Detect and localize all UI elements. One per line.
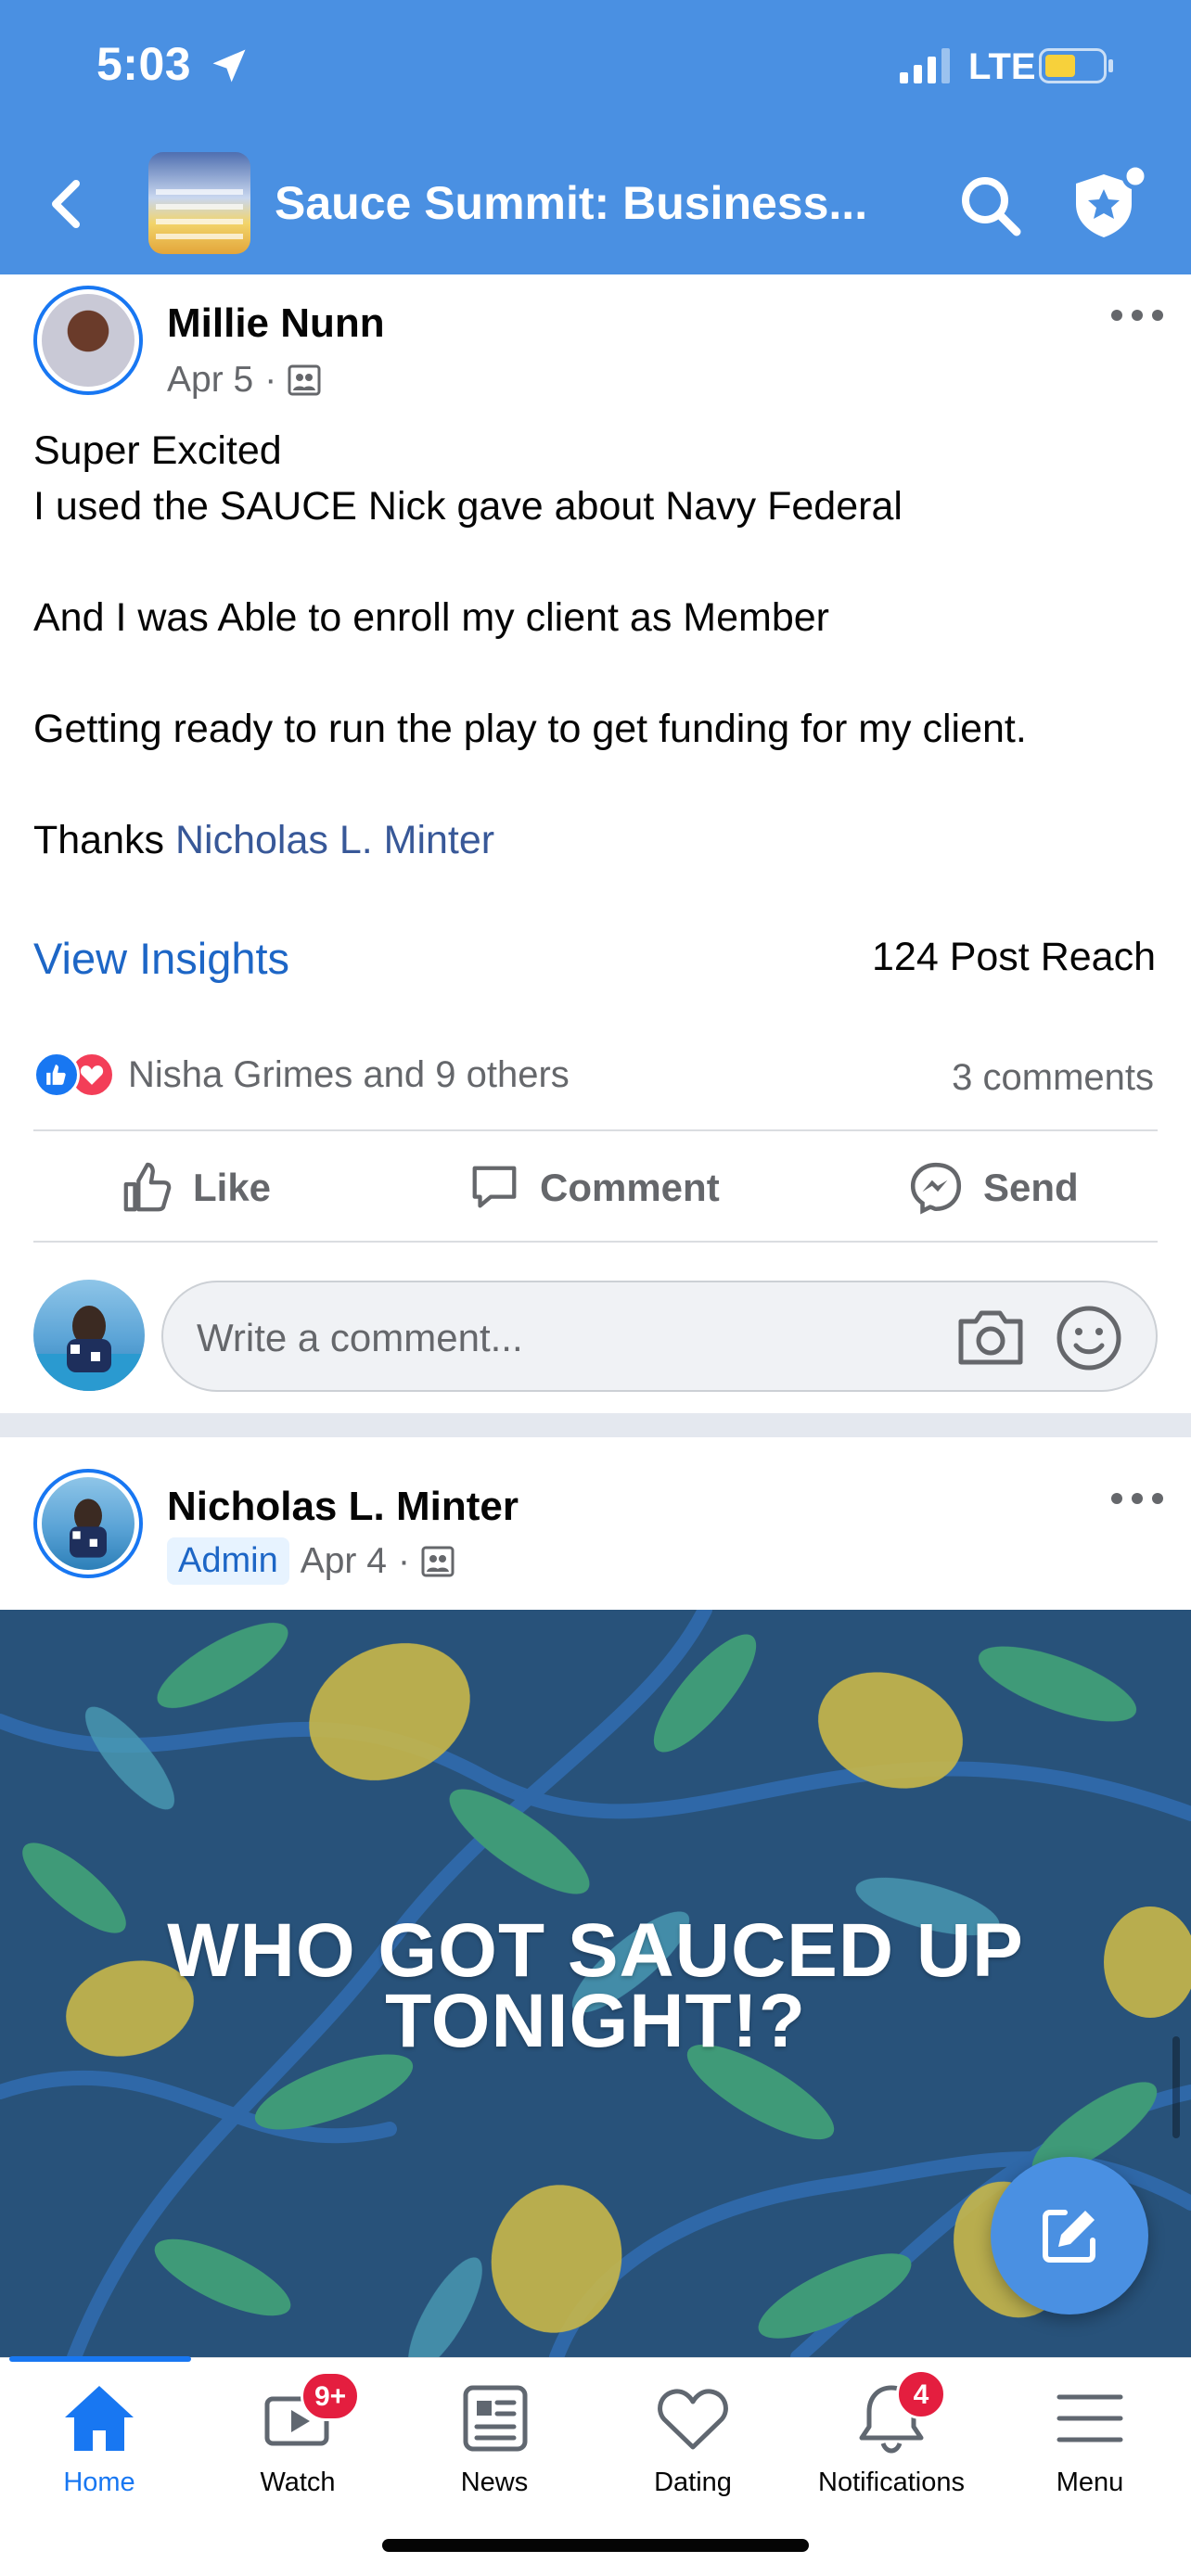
post-more-options-icon[interactable] [1109,306,1165,325]
tab-home[interactable]: Home [2,2377,197,2506]
reaction-summary[interactable]: Nisha Grimes and 9 others [33,1052,570,1098]
meta-separator: · [264,360,277,400]
like-button[interactable]: Like [121,1157,271,1218]
admin-badge: Admin [167,1537,289,1585]
tab-dating[interactable]: Dating [596,2377,790,2506]
edit-pencil-icon [1043,2210,1095,2263]
chevron-left-icon [52,180,80,228]
tab-watch[interactable]: 9+ Watch [200,2371,395,2506]
admin-shield-icon[interactable] [1067,161,1150,245]
status-bar: 5:03 LTE [0,0,1191,139]
tab-label: Home [63,2468,135,2497]
comment-button[interactable]: Comment [467,1157,720,1218]
comment-label: Comment [540,1166,720,1209]
post-author-avatar[interactable] [33,1469,143,1578]
divider [33,1129,1158,1131]
like-label: Like [193,1166,272,1209]
banner-line: WHO GOT SAUCED UP [167,1908,1024,1993]
banner-text: WHO GOT SAUCED UP TONIGHT!? [0,1908,1191,2063]
post-author-name[interactable]: Millie Nunn [167,300,385,347]
post-text-line: I used the SAUCE Nick gave about Navy Fe… [33,484,903,529]
post-date[interactable]: Apr 5 [167,360,253,401]
post-text-line: Getting ready to run the play to get fun… [33,707,1027,751]
divider [33,1241,1158,1243]
send-label: Send [983,1166,1079,1209]
group-nav-bar: Sauce Summit: Business... [0,148,1191,260]
post-text-line: Super Excited [33,428,282,473]
messenger-icon [910,1162,962,1215]
mention-link[interactable]: Nicholas L. Minter [175,818,494,862]
group-audience-icon [288,364,321,396]
top-header: 5:03 LTE Sauce Summit: Business... [0,0,1191,274]
status-time: 5:03 [96,38,192,90]
tab-label: Notifications [818,2468,965,2497]
thanks-text: Thanks [33,818,175,862]
tab-label: Watch [260,2468,336,2497]
tab-label: Dating [654,2468,732,2497]
group-cover-thumbnail[interactable] [148,152,250,254]
tab-menu[interactable]: Menu [992,2377,1187,2506]
scrollbar[interactable] [1172,2036,1180,2138]
network-type: LTE [968,46,1036,87]
compose-post-button[interactable] [991,2157,1148,2315]
tab-label: News [460,2468,529,2497]
watch-badge: 9+ [301,2371,361,2421]
emoji-icon[interactable] [1054,1303,1124,1373]
post-more-options-icon[interactable] [1109,1489,1165,1508]
reaction-names[interactable]: Nisha Grimes and 9 others [128,1054,570,1096]
comments-count[interactable]: 3 comments [952,1057,1154,1099]
feed-separator [0,1413,1191,1437]
home-icon [65,2386,134,2451]
news-feed-icon [463,2385,528,2452]
search-icon[interactable] [957,172,1024,239]
location-arrow-icon [212,49,246,83]
hamburger-menu-icon [1057,2394,1123,2442]
meta-separator: · [397,1540,410,1581]
banner-line: TONIGHT!? [385,1979,806,2063]
heart-icon [658,2389,728,2450]
active-tab-indicator [9,2356,191,2362]
tab-notifications[interactable]: 4 Notifications [794,2369,989,2506]
post-author-avatar[interactable] [33,286,143,395]
comment-input[interactable]: Write a comment... [161,1281,1158,1392]
post-date[interactable]: Apr 4 [301,1541,387,1582]
comment-placeholder: Write a comment... [197,1316,523,1359]
post-body: Super Excited I used the SAUCE Nick gave… [33,423,1156,868]
home-indicator [382,2539,809,2552]
cellular-signal-icon [900,48,950,83]
post-meta: Apr 5 · [167,360,321,401]
send-button[interactable]: Send [907,1157,1079,1218]
post-author-name[interactable]: Nicholas L. Minter [167,1484,519,1530]
view-insights-link[interactable]: View Insights [33,933,289,984]
post-thanks-line: Thanks Nicholas L. Minter [33,812,1156,868]
tab-label: Menu [1056,2468,1124,2497]
battery-icon [1039,48,1113,83]
thumbs-up-icon [123,1162,172,1212]
post-reach: 124 Post Reach [872,935,1156,979]
camera-icon[interactable] [955,1308,1026,1368]
post-meta: Admin Apr 4 · [167,1537,455,1585]
post-text-line: And I was Able to enroll my client as Me… [33,595,829,640]
back-button[interactable] [37,171,96,237]
tab-news[interactable]: News [397,2377,592,2506]
current-user-avatar[interactable] [33,1280,145,1391]
like-reaction-icon [33,1052,80,1098]
group-audience-icon [421,1546,455,1576]
comment-bubble-icon [472,1166,517,1208]
notifications-badge: 4 [896,2369,946,2419]
group-title[interactable]: Sauce Summit: Business... [275,176,867,230]
